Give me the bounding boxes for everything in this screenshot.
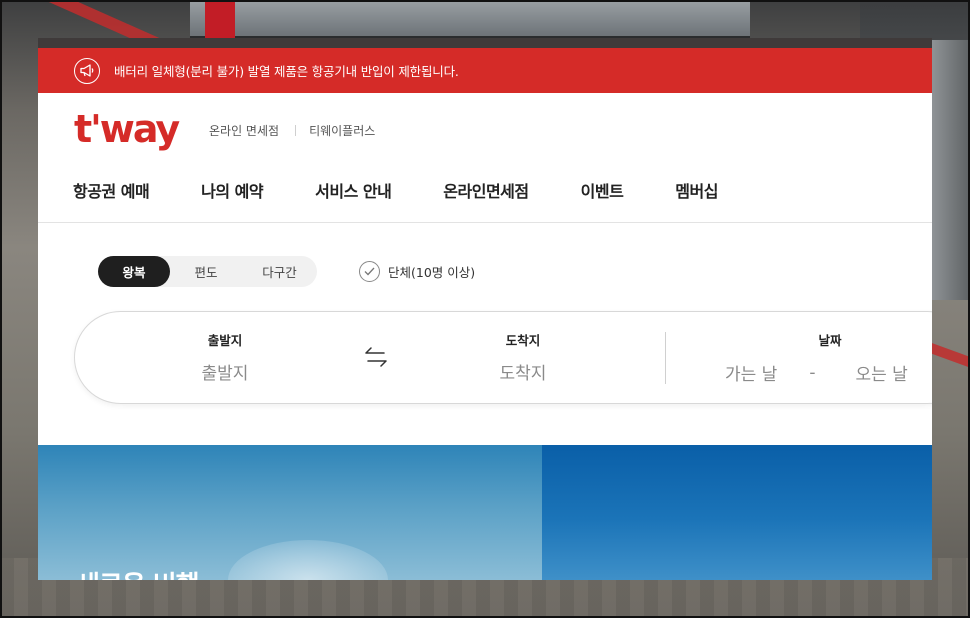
arrival-field[interactable]: 도착지 도착지	[463, 330, 583, 384]
arrival-placeholder: 도착지	[499, 364, 547, 384]
trip-options: 왕복 편도 다구간 단체(10명 이상)	[98, 256, 475, 287]
tab-one-way[interactable]: 편도	[170, 256, 242, 287]
notice-text: 배터리 일체형(분리 불가) 발열 제품은 항공기내 반입이 제한됩니다.	[114, 64, 459, 79]
header: t'way 온라인 면세점 티웨이플러스 항공권 예매 나의 예약 서비스 안내…	[38, 93, 932, 223]
field-divider	[665, 332, 666, 384]
nav-item-event[interactable]: 이벤트	[581, 178, 624, 202]
notice-bar[interactable]: 배터리 일체형(분리 불가) 발열 제품은 항공기내 반입이 제한됩니다.	[38, 48, 932, 93]
promo-banner[interactable]: 새로운 비행	[38, 445, 932, 580]
background-luggage-cart	[190, 0, 750, 40]
departure-field[interactable]: 출발지 출발지	[165, 330, 285, 384]
date-field: 날짜	[795, 330, 865, 349]
nav-item-duty-free[interactable]: 온라인면세점	[443, 178, 529, 202]
main-navigation: 항공권 예매 나의 예약 서비스 안내 온라인면세점 이벤트 멤버십	[73, 178, 770, 202]
nav-item-service-info[interactable]: 서비스 안내	[315, 178, 392, 202]
depart-date-input[interactable]: 가는 날	[725, 360, 777, 385]
tab-multi-city[interactable]: 다구간	[242, 256, 317, 287]
banner-title: 새로운 비행	[76, 565, 200, 580]
nav-item-booking[interactable]: 항공권 예매	[73, 178, 150, 202]
banner-slide-left: 새로운 비행	[38, 445, 542, 580]
group-booking-label: 단체(10명 이상)	[388, 265, 476, 280]
return-date-input[interactable]: 오는 날	[855, 360, 907, 385]
departure-placeholder: 출발지	[201, 364, 249, 384]
background-red-post	[205, 0, 235, 40]
flight-search-box: 출발지 출발지 도착지 도착지 날짜 가는 날 - 오는 날	[74, 311, 932, 404]
arrival-label: 도착지	[505, 333, 541, 348]
util-divider	[295, 125, 297, 136]
trip-type-tabs: 왕복 편도 다구간	[98, 256, 317, 287]
swap-arrows-icon[interactable]	[364, 346, 388, 368]
util-link-tway-plus[interactable]: 티웨이플러스	[309, 122, 375, 139]
date-inputs: 가는 날 - 오는 날	[725, 360, 908, 386]
date-separator: -	[809, 362, 816, 383]
nav-item-my-reservation[interactable]: 나의 예약	[201, 178, 263, 202]
tab-round-trip[interactable]: 왕복	[98, 256, 170, 287]
top-strip	[38, 38, 932, 48]
tway-logo[interactable]: t'way	[74, 107, 180, 151]
check-circle-icon	[359, 261, 380, 282]
group-booking-checkbox[interactable]: 단체(10명 이상)	[359, 261, 475, 282]
megaphone-icon	[74, 57, 100, 84]
background-machine	[932, 40, 970, 300]
logo-text: t'way	[74, 107, 180, 151]
departure-label: 출발지	[207, 333, 243, 348]
banner-slide-right	[542, 445, 932, 580]
utility-links: 온라인 면세점 티웨이플러스	[209, 122, 375, 139]
util-link-duty-free[interactable]: 온라인 면세점	[209, 122, 279, 139]
date-label: 날짜	[818, 333, 842, 348]
tway-homepage: 배터리 일체형(분리 불가) 발열 제품은 항공기내 반입이 제한됩니다. t'…	[38, 38, 932, 580]
sun-glow	[228, 540, 388, 580]
nav-item-membership[interactable]: 멤버십	[675, 178, 718, 202]
